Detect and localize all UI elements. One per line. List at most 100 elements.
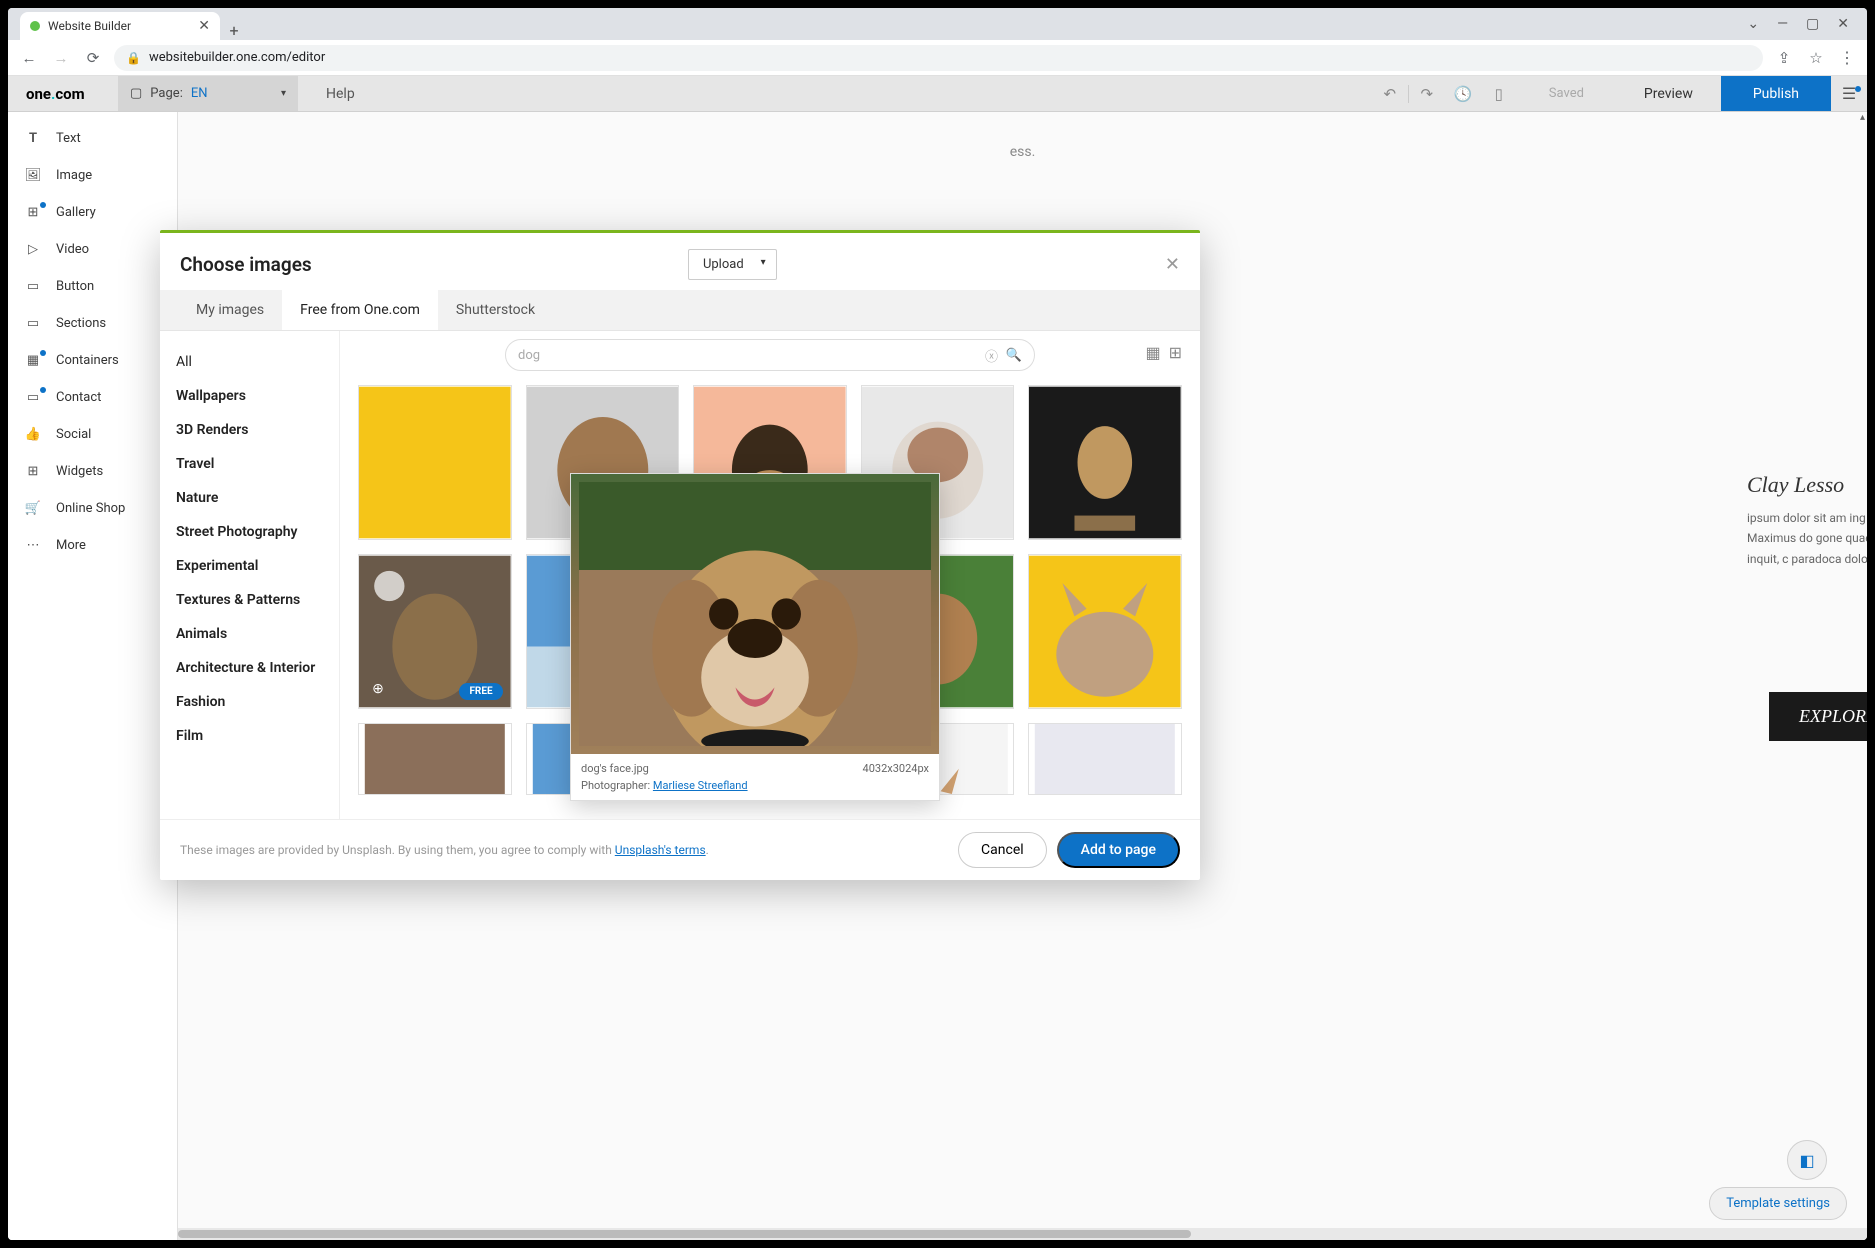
- maximize-icon[interactable]: ▢: [1806, 16, 1819, 32]
- tab-shutterstock[interactable]: Shutterstock: [438, 290, 553, 330]
- zoom-icon[interactable]: ⊕: [367, 678, 389, 700]
- choose-images-modal: Choose images Upload ✕ My images Free fr…: [160, 230, 1200, 880]
- clay-content-block: Clay Lesso ipsum dolor sit am ing elit. …: [1747, 472, 1867, 569]
- sidebar-item-widgets[interactable]: ⊞Widgets: [8, 453, 177, 490]
- category-animals[interactable]: Animals: [160, 617, 339, 651]
- star-icon[interactable]: ☆: [1805, 49, 1827, 67]
- view-large-icon[interactable]: ▦: [1145, 343, 1160, 362]
- undo-icon[interactable]: ↶: [1372, 85, 1408, 103]
- clay-body: ipsum dolor sit am ing elit. Maximus do …: [1747, 508, 1867, 569]
- category-film[interactable]: Film: [160, 719, 339, 753]
- help-button[interactable]: Help: [298, 86, 383, 102]
- preview-button[interactable]: Preview: [1616, 86, 1721, 102]
- sidebar-item-video[interactable]: ▷Video: [8, 231, 177, 268]
- sidebar-item-button[interactable]: ▭Button: [8, 268, 177, 305]
- share-icon[interactable]: ⇪: [1773, 49, 1795, 67]
- modal-tabs: My images Free from One.com Shutterstock: [160, 290, 1200, 331]
- sidebar-item-image[interactable]: 🖼 Image: [8, 157, 177, 194]
- image-thumb[interactable]: [1028, 723, 1182, 795]
- tab-my-images[interactable]: My images: [178, 290, 282, 330]
- sidebar-item-label: Containers: [56, 353, 119, 368]
- search-input[interactable]: dog ⓧ 🔍: [505, 339, 1035, 371]
- sidebar-item-label: Button: [56, 279, 94, 294]
- category-travel[interactable]: Travel: [160, 447, 339, 481]
- upload-dropdown[interactable]: Upload: [688, 249, 777, 280]
- chevron-down-icon[interactable]: ⌄: [1747, 16, 1759, 32]
- new-tab-button[interactable]: +: [220, 21, 248, 40]
- footer-text-content: These images are provided by Unsplash. B…: [180, 843, 615, 857]
- text-icon: T: [24, 131, 42, 146]
- close-window-icon[interactable]: ✕: [1837, 16, 1849, 32]
- sidebar-item-containers[interactable]: ▦Containers: [8, 342, 177, 379]
- browser-menu-icon[interactable]: ⋮: [1837, 48, 1857, 67]
- image-thumb[interactable]: [1028, 385, 1182, 540]
- template-settings-button[interactable]: Template settings: [1709, 1187, 1847, 1220]
- favicon-dot: [30, 21, 40, 31]
- modal-close-icon[interactable]: ✕: [1165, 254, 1180, 275]
- template-icon-button[interactable]: ◧: [1787, 1140, 1827, 1180]
- logo[interactable]: one.com: [8, 85, 118, 103]
- sidebar-item-gallery[interactable]: ⊞Gallery: [8, 194, 177, 231]
- redo-icon[interactable]: ↷: [1409, 85, 1445, 103]
- sidebar-item-label: Social: [56, 427, 91, 442]
- image-thumb[interactable]: [358, 723, 512, 795]
- clay-title: Clay Lesso: [1747, 472, 1867, 498]
- sidebar-item-social[interactable]: 👍Social: [8, 416, 177, 453]
- horizontal-scrollbar[interactable]: [178, 1228, 1867, 1240]
- url-input[interactable]: 🔒 websitebuilder.one.com/editor: [114, 45, 1763, 71]
- search-value: dog: [518, 348, 540, 363]
- category-all[interactable]: All: [160, 345, 339, 379]
- tab-free-images[interactable]: Free from One.com: [282, 290, 438, 330]
- sidebar-item-text[interactable]: TText: [8, 120, 177, 157]
- category-3d[interactable]: 3D Renders: [160, 413, 339, 447]
- category-experimental[interactable]: Experimental: [160, 549, 339, 583]
- clear-search-icon[interactable]: ⓧ: [985, 346, 998, 365]
- category-fashion[interactable]: Fashion: [160, 685, 339, 719]
- sidebar-item-contact[interactable]: ▭Contact: [8, 379, 177, 416]
- reload-icon[interactable]: ⟳: [82, 49, 104, 67]
- photographer-link[interactable]: Marliese Streefland: [653, 779, 748, 792]
- photographer-label: Photographer:: [581, 779, 650, 792]
- image-icon: 🖼: [24, 168, 42, 183]
- back-icon[interactable]: ←: [18, 49, 40, 67]
- search-icon[interactable]: 🔍: [1006, 348, 1022, 363]
- category-nature[interactable]: Nature: [160, 481, 339, 515]
- free-badge: FREE: [459, 683, 502, 700]
- sections-icon: ▭: [24, 316, 42, 331]
- category-textures[interactable]: Textures & Patterns: [160, 583, 339, 617]
- minimize-icon[interactable]: —: [1777, 16, 1788, 32]
- logo-suffix: com: [55, 85, 84, 103]
- image-thumb[interactable]: ⊕ FREE: [358, 554, 512, 709]
- page-text-fragment: ess.: [278, 132, 1767, 160]
- history-icon[interactable]: 🕓: [1445, 85, 1481, 103]
- sidebar-item-sections[interactable]: ▭Sections: [8, 305, 177, 342]
- forward-icon[interactable]: →: [50, 49, 72, 67]
- category-street[interactable]: Street Photography: [160, 515, 339, 549]
- preview-image: [571, 474, 939, 754]
- add-to-page-button[interactable]: Add to page: [1057, 832, 1180, 868]
- browser-tab[interactable]: Website Builder ✕: [20, 12, 220, 40]
- badge-dot: [40, 387, 46, 393]
- sidebar-item-label: Image: [56, 168, 92, 183]
- mobile-preview-icon[interactable]: ▯: [1481, 85, 1517, 103]
- view-small-icon[interactable]: ⊞: [1169, 343, 1182, 362]
- page-label: Page:: [150, 86, 183, 101]
- unsplash-terms-link[interactable]: Unsplash's terms: [615, 843, 706, 857]
- vertical-scrollbar[interactable]: ▴: [1855, 112, 1867, 1240]
- badge-dot: [40, 350, 46, 356]
- widgets-icon: ⊞: [24, 464, 42, 479]
- explore-button[interactable]: EXPLORE: [1769, 692, 1867, 741]
- dropdown-arrow-icon: ▾: [281, 88, 286, 99]
- more-icon: ⋯: [24, 538, 42, 553]
- publish-button[interactable]: Publish: [1721, 76, 1831, 111]
- tab-close-icon[interactable]: ✕: [198, 18, 210, 34]
- category-architecture[interactable]: Architecture & Interior: [160, 651, 339, 685]
- sidebar-item-more[interactable]: ⋯More: [8, 527, 177, 564]
- page-dropdown[interactable]: ▢ Page: EN ▾: [118, 76, 298, 111]
- image-thumb[interactable]: [1028, 554, 1182, 709]
- image-thumb[interactable]: [358, 385, 512, 540]
- cancel-button[interactable]: Cancel: [958, 832, 1047, 868]
- category-wallpapers[interactable]: Wallpapers: [160, 379, 339, 413]
- settings-icon[interactable]: ☰: [1831, 84, 1867, 103]
- sidebar-item-shop[interactable]: 🛒Online Shop: [8, 490, 177, 527]
